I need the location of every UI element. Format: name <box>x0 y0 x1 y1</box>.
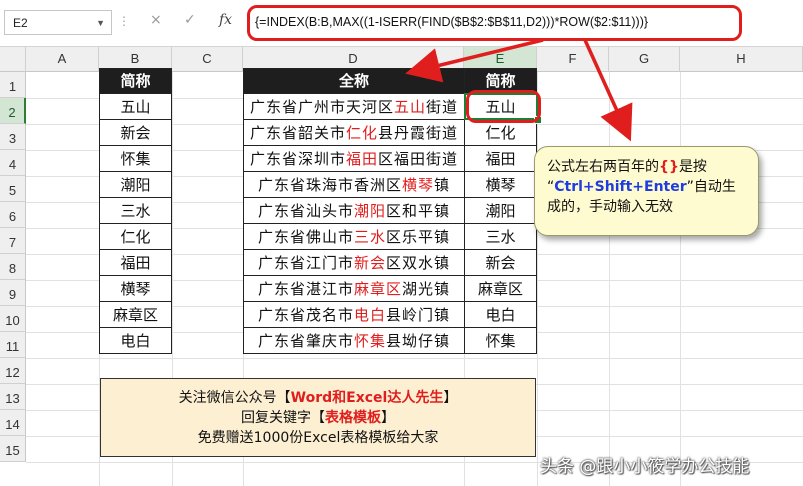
full-name-text: 县坳仔镇 <box>386 332 451 350</box>
row-header-8[interactable]: 8 <box>0 254 26 280</box>
row-header-1[interactable]: 1 <box>0 72 26 98</box>
full-name-text: 镇 <box>434 176 451 194</box>
full-name-cell[interactable]: 广东省深圳市福田区福田街道 <box>243 145 465 172</box>
full-name-text: 广东省佛山市 <box>257 228 354 246</box>
grid-line <box>680 72 681 486</box>
row-header-10[interactable]: 10 <box>0 306 26 332</box>
row-header-7[interactable]: 7 <box>0 228 26 254</box>
short-name-cell[interactable]: 横琴 <box>464 171 537 198</box>
full-name-text: 湖光镇 <box>402 280 451 298</box>
row-header-5[interactable]: 5 <box>0 176 26 202</box>
left-header[interactable]: 简称 <box>99 68 172 94</box>
row-header-13[interactable]: 13 <box>0 384 26 410</box>
col-header-g[interactable]: G <box>609 47 680 72</box>
full-name-cell[interactable]: 广东省佛山市三水区乐平镇 <box>243 223 465 250</box>
full-name-cell[interactable]: 广东省江门市新会区双水镇 <box>243 249 465 276</box>
full-name-text: 广东省广州市天河区 <box>249 98 394 116</box>
full-name-highlight: 潮阳 <box>353 202 386 220</box>
full-name-cell[interactable]: 广东省湛江市麻章区湖光镇 <box>243 275 465 302</box>
full-name-text: 县岭门镇 <box>386 306 451 324</box>
full-name-text: 区福田街道 <box>378 150 459 168</box>
row-header-12[interactable]: 12 <box>0 358 26 384</box>
left-cell[interactable]: 潮阳 <box>99 171 172 198</box>
short-name-cell[interactable]: 电白 <box>464 301 537 328</box>
short-name-cell[interactable]: 新会 <box>464 249 537 276</box>
full-name-highlight: 麻章区 <box>353 280 402 298</box>
full-name-highlight: 五山 <box>393 98 426 116</box>
short-name-cell[interactable]: 仁化 <box>464 119 537 146</box>
row-header-6[interactable]: 6 <box>0 202 26 228</box>
full-name-highlight: 新会 <box>353 254 386 272</box>
row-header-2[interactable]: 2 <box>0 98 26 124</box>
row-header-15[interactable]: 15 <box>0 436 26 462</box>
col-header-h[interactable]: H <box>680 47 803 72</box>
full-name-highlight: 横琴 <box>401 176 434 194</box>
full-name-highlight: 怀集 <box>353 332 386 350</box>
full-name-text: 区和平镇 <box>386 202 451 220</box>
full-name-text: 广东省肇庆市 <box>257 332 354 350</box>
name-box[interactable]: E2 ▼ <box>4 10 112 35</box>
grid-line <box>609 72 610 486</box>
full-name-text: 广东省深圳市 <box>249 150 346 168</box>
cancel-icon[interactable]: × <box>150 12 162 28</box>
col-header-f[interactable]: F <box>537 47 609 72</box>
full-name-text: 广东省江门市 <box>257 254 354 272</box>
full-name-cell[interactable]: 广东省汕头市潮阳区和平镇 <box>243 197 465 224</box>
chevron-down-icon[interactable]: ▼ <box>96 11 105 36</box>
left-cell[interactable]: 福田 <box>99 249 172 276</box>
select-all-corner[interactable] <box>0 47 26 72</box>
full-name-text: 区乐平镇 <box>386 228 451 246</box>
short-name-cell[interactable]: 福田 <box>464 145 537 172</box>
promo-box: 关注微信公众号【Word和Excel达人先生】 回复关键字【表格模板】 免费赠送… <box>100 378 536 457</box>
full-name-text: 广东省茂名市 <box>257 306 354 324</box>
full-name-highlight: 福田 <box>345 150 378 168</box>
full-name-text: 街道 <box>426 98 459 116</box>
full-name-text: 广东省韶关市 <box>249 124 346 142</box>
left-cell[interactable]: 怀集 <box>99 145 172 172</box>
callout-note: 公式左右两百年的{}是按 “Ctrl+Shift+Enter”自动生 成的，手动… <box>534 146 759 236</box>
short-name-cell[interactable]: 怀集 <box>464 327 537 354</box>
full-name-highlight: 电白 <box>353 306 386 324</box>
full-name-text: 广东省湛江市 <box>257 280 354 298</box>
row-header-9[interactable]: 9 <box>0 280 26 306</box>
full-name-cell[interactable]: 广东省珠海市香洲区横琴镇 <box>243 171 465 198</box>
short-name-cell[interactable]: 三水 <box>464 223 537 250</box>
left-cell[interactable]: 新会 <box>99 119 172 146</box>
full-name-highlight: 仁化 <box>345 124 378 142</box>
right-header-full[interactable]: 全称 <box>243 68 465 94</box>
row-header-4[interactable]: 4 <box>0 150 26 176</box>
full-name-cell[interactable]: 广东省韶关市仁化县丹霞街道 <box>243 119 465 146</box>
left-cell[interactable]: 横琴 <box>99 275 172 302</box>
drag-handle-icon[interactable]: ⋮ <box>118 14 130 28</box>
full-name-text: 广东省珠海市香洲区 <box>257 176 402 194</box>
full-name-cell[interactable]: 广东省茂名市电白县岭门镇 <box>243 301 465 328</box>
full-name-text: 县丹霞街道 <box>378 124 459 142</box>
left-cell[interactable]: 麻章区 <box>99 301 172 328</box>
col-header-c[interactable]: C <box>172 47 243 72</box>
full-name-highlight: 三水 <box>353 228 386 246</box>
enter-icon[interactable]: ✓ <box>184 12 196 28</box>
watermark: 头条 @跟小小筱学办公技能 <box>540 457 750 477</box>
left-cell[interactable]: 电白 <box>99 327 172 354</box>
cell-highlight-box <box>466 90 541 123</box>
full-name-cell[interactable]: 广东省广州市天河区五山街道 <box>243 93 465 120</box>
formula-highlight-box <box>247 5 742 41</box>
row-header-11[interactable]: 11 <box>0 332 26 358</box>
row-header-14[interactable]: 14 <box>0 410 26 436</box>
grid-line <box>537 72 538 486</box>
grid-line <box>26 358 803 359</box>
full-name-text: 区双水镇 <box>386 254 451 272</box>
left-cell[interactable]: 五山 <box>99 93 172 120</box>
full-name-text: 广东省汕头市 <box>257 202 354 220</box>
insert-function-icon[interactable]: fx <box>219 12 232 28</box>
row-header-3[interactable]: 3 <box>0 124 26 150</box>
left-cell[interactable]: 三水 <box>99 197 172 224</box>
short-name-cell[interactable]: 麻章区 <box>464 275 537 302</box>
col-header-a[interactable]: A <box>26 47 99 72</box>
short-name-cell[interactable]: 潮阳 <box>464 197 537 224</box>
left-cell[interactable]: 仁化 <box>99 223 172 250</box>
full-name-cell[interactable]: 广东省肇庆市怀集县坳仔镇 <box>243 327 465 354</box>
